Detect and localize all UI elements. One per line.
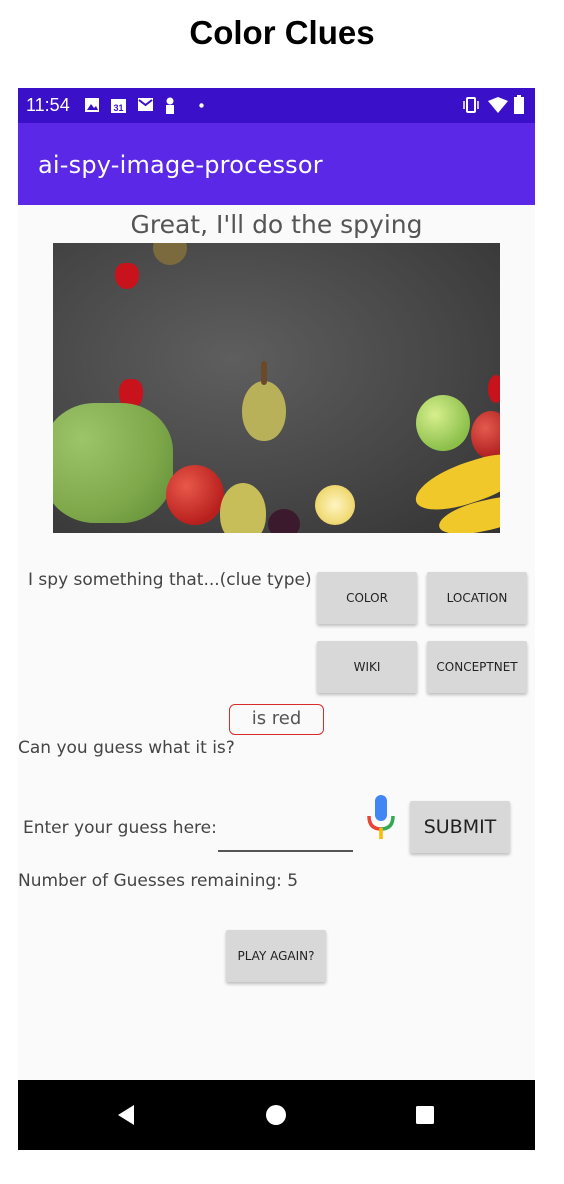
clue-result: is red (229, 704, 324, 735)
clue-type-label: I spy something that...(clue type) (28, 570, 312, 590)
location-button[interactable]: LOCATION (427, 572, 527, 624)
person-icon (166, 97, 174, 114)
navigation-bar (18, 1080, 535, 1150)
guess-input[interactable] (218, 814, 357, 850)
status-bar: 11:54 31 (18, 88, 535, 123)
home-icon[interactable] (264, 1103, 288, 1127)
lemon-image (315, 485, 355, 525)
microphone-icon[interactable] (366, 794, 396, 840)
wifi-icon (488, 97, 508, 113)
play-again-button[interactable]: PLAY AGAIN? (226, 930, 326, 982)
phone-screen: 11:54 31 ai-spy-image-processor Great, I… (18, 88, 535, 1150)
gmail-icon (138, 98, 153, 111)
fruit-photo (53, 243, 500, 533)
image-icon (85, 98, 99, 112)
green-apple-image (416, 395, 470, 451)
guess-label: Enter your guess here: (23, 818, 217, 838)
submit-button[interactable]: SUBMIT (410, 801, 510, 853)
pear-image (220, 483, 266, 533)
status-time: 11:54 (26, 95, 70, 115)
plum-image (268, 509, 300, 533)
recents-icon[interactable] (415, 1105, 435, 1125)
guess-underline (218, 850, 353, 852)
prompt-text: Great, I'll do the spying (130, 210, 423, 239)
grapes-image (53, 403, 173, 523)
red-apple-image (471, 411, 500, 459)
calendar-icon: 31 (111, 99, 126, 113)
pear-image (242, 381, 286, 441)
guesses-remaining: Number of Guesses remaining: 5 (18, 871, 299, 891)
page-heading: Color Clues (189, 14, 375, 51)
wiki-button[interactable]: WIKI (317, 641, 417, 693)
vibrate-icon (463, 97, 479, 113)
strawberry-image (488, 375, 500, 403)
strawberry-image (115, 263, 139, 289)
kiwi-image (153, 243, 187, 265)
back-icon[interactable] (116, 1104, 136, 1126)
dot-icon (199, 103, 204, 108)
guess-question: Can you guess what it is? (18, 738, 235, 758)
app-title: ai-spy-image-processor (38, 151, 323, 179)
red-apple-image (166, 465, 224, 525)
color-button[interactable]: COLOR (317, 572, 417, 624)
app-bar: ai-spy-image-processor (18, 123, 535, 205)
pear-stem (261, 361, 267, 385)
battery-icon (514, 95, 524, 114)
calendar-day: 31 (113, 103, 123, 113)
conceptnet-button[interactable]: CONCEPTNET (427, 641, 527, 693)
